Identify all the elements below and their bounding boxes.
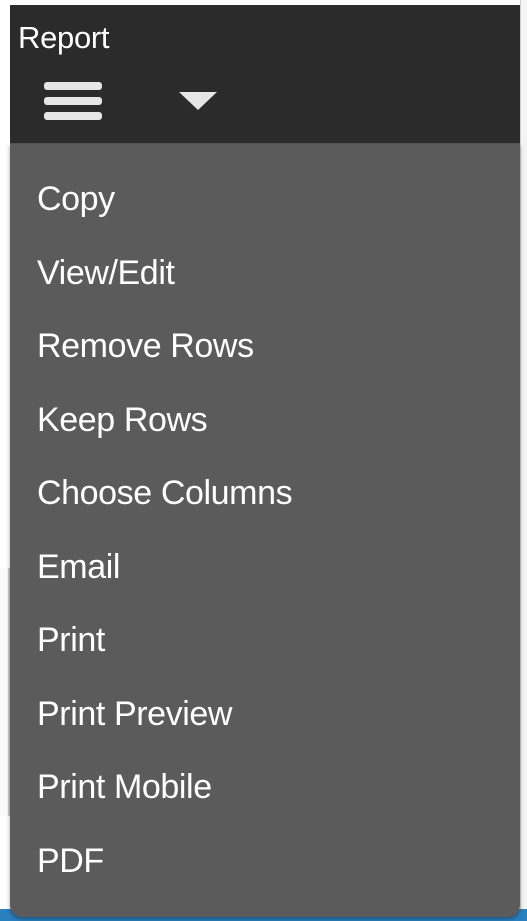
hamburger-icon[interactable] <box>44 82 102 120</box>
menu-item-print-mobile[interactable]: Print Mobile <box>10 751 520 825</box>
menu-item-print[interactable]: Print <box>10 604 520 678</box>
menu-item-choose-columns[interactable]: Choose Columns <box>10 457 520 531</box>
menu-item-remove-rows[interactable]: Remove Rows <box>10 310 520 384</box>
hamburger-bar <box>44 112 102 120</box>
caret-down-glyph <box>179 92 217 110</box>
screen: Report Copy View/Edit Remove Rows Keep R… <box>0 0 527 921</box>
background-panel-edge <box>0 568 10 816</box>
caret-down-icon[interactable] <box>176 89 220 113</box>
hamburger-bar <box>44 82 102 90</box>
background-page-edge <box>520 0 527 921</box>
report-header: Report <box>10 5 520 144</box>
menu-list: Copy View/Edit Remove Rows Keep Rows Cho… <box>10 163 520 898</box>
menu-item-email[interactable]: Email <box>10 531 520 605</box>
report-dropdown-menu: Copy View/Edit Remove Rows Keep Rows Cho… <box>10 144 520 917</box>
menu-item-keep-rows[interactable]: Keep Rows <box>10 384 520 458</box>
menu-item-copy[interactable]: Copy <box>10 163 520 237</box>
menu-item-view-edit[interactable]: View/Edit <box>10 237 520 311</box>
hamburger-bar <box>44 97 102 105</box>
menu-item-print-preview[interactable]: Print Preview <box>10 678 520 752</box>
menu-item-pdf[interactable]: PDF <box>10 825 520 899</box>
report-title: Report <box>18 20 110 55</box>
